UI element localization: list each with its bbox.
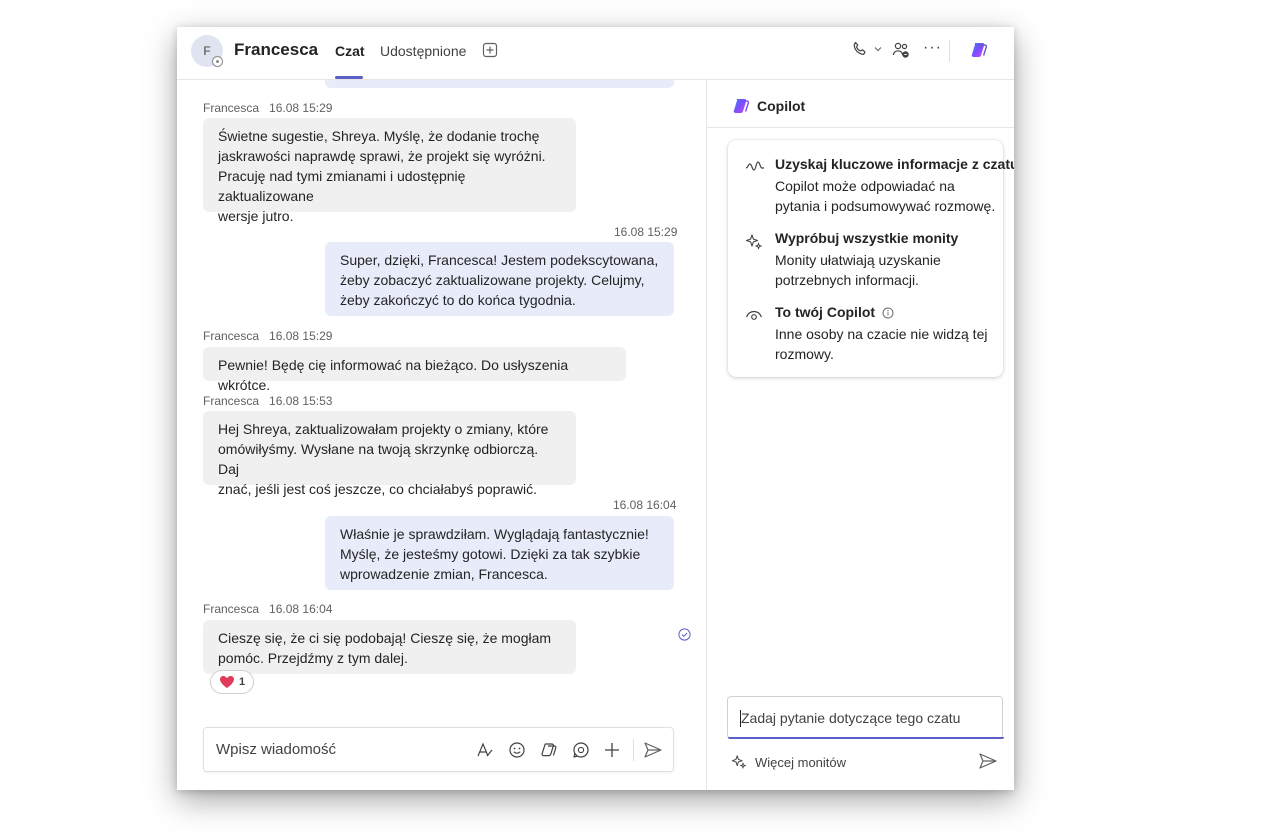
people-icon[interactable]: [891, 40, 911, 60]
message-meta: Francesca 16.08 15:29: [203, 101, 332, 115]
message-bubble[interactable]: Właśnie je sprawdziłam. Wyglądają fantas…: [325, 516, 674, 590]
copilot-intro-text: Copilot może odpowiadać na pytania i pod…: [775, 178, 996, 214]
previous-message-bubble: [325, 80, 674, 88]
message-line: Hej Shreya, zaktualizowałam projekty o z…: [218, 421, 549, 437]
message-bubble[interactable]: Super, dzięki, Francesca! Jestem podeksc…: [325, 242, 674, 316]
message-time: 16.08 15:29: [269, 101, 333, 115]
message-line: Myślę, że jesteśmy gotowi. Dzięki za tak…: [340, 546, 641, 562]
chat-header: F Francesca Czat Udostępnione ···: [177, 27, 1014, 80]
teams-window: F Francesca Czat Udostępnione ··· France…: [177, 27, 1014, 790]
message-time: 16.08 16:04: [269, 602, 333, 616]
header-divider: [949, 40, 950, 62]
loop-icon[interactable]: [572, 741, 590, 759]
message-meta: Francesca 16.08 16:04: [203, 602, 332, 616]
message-meta: Francesca 16.08 15:53: [203, 394, 332, 408]
copilot-icon[interactable]: [540, 741, 558, 759]
message-line: Świetne sugestie, Shreya. Myślę, że doda…: [218, 128, 540, 144]
message-line: jaskrawości naprawdę sprawi, że projekt …: [218, 148, 546, 164]
message-line: Właśnie je sprawdziłam. Wyglądają fantas…: [340, 526, 649, 542]
call-icon[interactable]: [851, 40, 869, 58]
copilot-header-divider: [707, 127, 1014, 128]
contact-name[interactable]: Francesca: [234, 40, 318, 60]
chevron-down-icon[interactable]: [873, 44, 883, 54]
message-line: żeby zobaczyć zaktualizowane projekty. C…: [340, 272, 645, 288]
message-sender: Francesca: [203, 101, 260, 115]
avatar-initial: F: [203, 44, 211, 58]
insights-icon: [745, 161, 764, 171]
copilot-intro-title: To twój Copilot: [775, 304, 894, 320]
copilot-icon[interactable]: [969, 40, 989, 60]
more-icon[interactable]: ···: [923, 39, 942, 57]
message-input[interactable]: Wpisz wiadomość: [216, 741, 336, 758]
chat-pane: Francesca 16.08 15:29 Świetne sugestie, S…: [177, 80, 706, 790]
copilot-intro-title: Uzyskaj kluczowe informacje z czatu: [775, 156, 1014, 172]
message-time: 16.08 15:29: [614, 225, 678, 239]
sparkle-icon: [731, 755, 747, 770]
message-line: wprowadzenie zmian, Francesca.: [340, 566, 548, 582]
tab-chat[interactable]: Czat: [335, 43, 365, 59]
message-time: 16.08 15:29: [269, 329, 333, 343]
copilot-ask-placeholder: Zadaj pytanie dotyczące tego czatu: [741, 710, 961, 726]
heart-icon: [219, 676, 234, 688]
presence-status-icon: [212, 56, 223, 67]
format-icon[interactable]: [476, 741, 494, 759]
copilot-ask-input[interactable]: Zadaj pytanie dotyczące tego czatu: [727, 696, 1004, 739]
input-focus-accent: [728, 737, 1004, 739]
send-icon[interactable]: [978, 752, 998, 770]
reaction-badge[interactable]: 1: [210, 670, 254, 694]
attach-plus-icon[interactable]: [603, 741, 621, 759]
message-meta: Francesca 16.08 15:29: [203, 329, 332, 343]
message-bubble[interactable]: Hej Shreya, zaktualizowałam projekty o z…: [203, 411, 576, 497]
read-receipt-icon: [678, 628, 691, 641]
info-icon[interactable]: [882, 307, 894, 319]
eye-icon: [745, 310, 763, 320]
message-sender: Francesca: [203, 329, 260, 343]
tab-shared[interactable]: Udostępnione: [380, 43, 466, 59]
copilot-intro-title-text: To twój Copilot: [775, 304, 876, 320]
message-line: Pracuję nad tymi zmianami i udostępnię z…: [218, 168, 466, 204]
message-time: 16.08 16:04: [613, 498, 677, 512]
copilot-pane: Copilot Uzyskaj kluczowe informacje z cz…: [707, 80, 1014, 790]
message-bubble[interactable]: Świetne sugestie, Shreya. Myślę, że doda…: [203, 118, 576, 224]
message-line: omówiłyśmy. Wysłane na twoją skrzynkę od…: [218, 441, 539, 477]
message-line: Cieszę się, że ci się podobają! Cieszę s…: [218, 630, 552, 646]
message-line: znać, jeśli jest coś jeszcze, co chciała…: [218, 481, 538, 497]
copilot-title-row: Copilot: [731, 96, 805, 116]
copilot-title: Copilot: [757, 98, 806, 114]
copilot-icon: [733, 99, 750, 113]
active-tab-indicator: [335, 76, 363, 79]
more-prompts-label: Więcej monitów: [755, 754, 847, 770]
message-bubble[interactable]: Pewnie! Będę cię informować na bieżąco. …: [203, 347, 626, 393]
message-sender: Francesca: [203, 394, 260, 408]
copilot-intro-text: Monity ułatwiają uzyskanie potrzebnych i…: [775, 252, 941, 288]
message-line: pomóc. Przejdźmy z tym dalej.: [218, 650, 408, 666]
message-sender: Francesca: [203, 602, 260, 616]
message-bubble[interactable]: Cieszę się, że ci się podobają! Cieszę s…: [203, 620, 576, 674]
copilot-intro-title: Wypróbuj wszystkie monity: [775, 230, 959, 246]
message-line: wersje jutro.: [218, 208, 294, 224]
message-line: Pewnie! Będę cię informować na bieżąco. …: [218, 357, 569, 393]
message-line: żeby zakończyć to do końca tygodnia.: [340, 292, 576, 308]
add-tab-icon[interactable]: [482, 42, 498, 58]
sparkle-icon: [745, 234, 763, 250]
message-line: Super, dzięki, Francesca! Jestem podeksc…: [340, 252, 659, 268]
reaction-count: 1: [238, 676, 246, 688]
copilot-intro-card: Uzyskaj kluczowe informacje z czatu Copi…: [728, 140, 1014, 377]
copilot-intro-text: Inne osoby na czacie nie widzą tej rozmo…: [775, 326, 988, 362]
send-icon[interactable]: [643, 741, 663, 759]
message-time: 16.08 15:53: [269, 394, 333, 408]
more-prompts-button[interactable]: Więcej monitów: [731, 754, 846, 770]
message-composer[interactable]: Wpisz wiadomość: [203, 727, 674, 772]
composer-divider: [633, 739, 634, 761]
emoji-icon[interactable]: [508, 741, 526, 759]
